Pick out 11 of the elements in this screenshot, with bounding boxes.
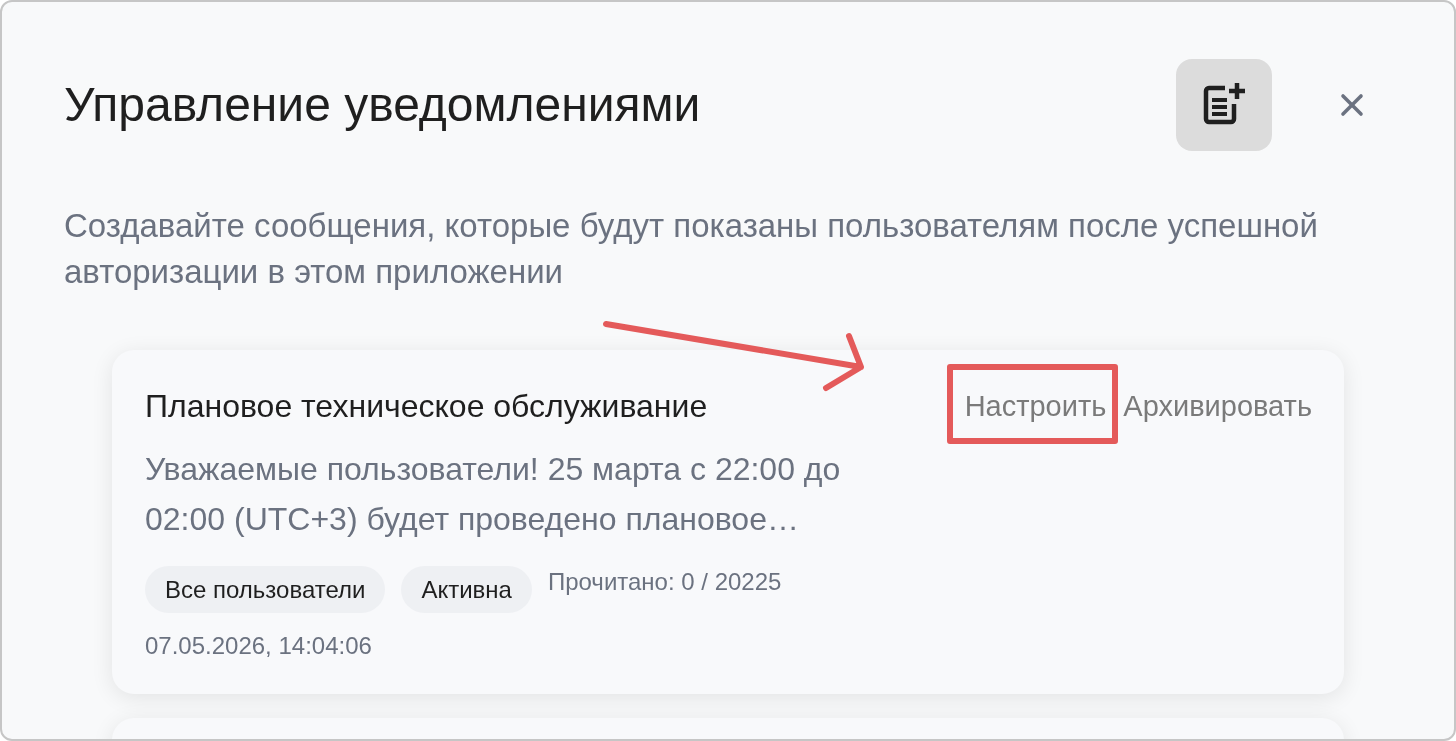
read-count: Прочитано: 0 / 20225 xyxy=(547,567,782,597)
action-link[interactable]: Настроить xyxy=(964,386,1107,426)
dialog-description: Создавайте сообщения, которые будут показаны пользователям после успешной авторизации в этом приложении xyxy=(64,206,1319,292)
dialog-title: Управление уведомлениями xyxy=(64,77,701,133)
add-notification-button[interactable] xyxy=(1176,59,1272,151)
tag-chip: Активна xyxy=(401,566,532,613)
action-link[interactable]: Архивировать xyxy=(1123,386,1312,426)
notification-body: Уважаемые пользователи! 25 марта с 22:00 до 02:00 (UTC+3) будет проведено плановое… xyxy=(145,450,842,539)
notification-title: Плановое техническое обслуживание xyxy=(145,387,708,426)
tag-chip: Все пользователи xyxy=(145,566,386,613)
created-date: 07.05.2026, 14:04:06 xyxy=(145,632,372,660)
